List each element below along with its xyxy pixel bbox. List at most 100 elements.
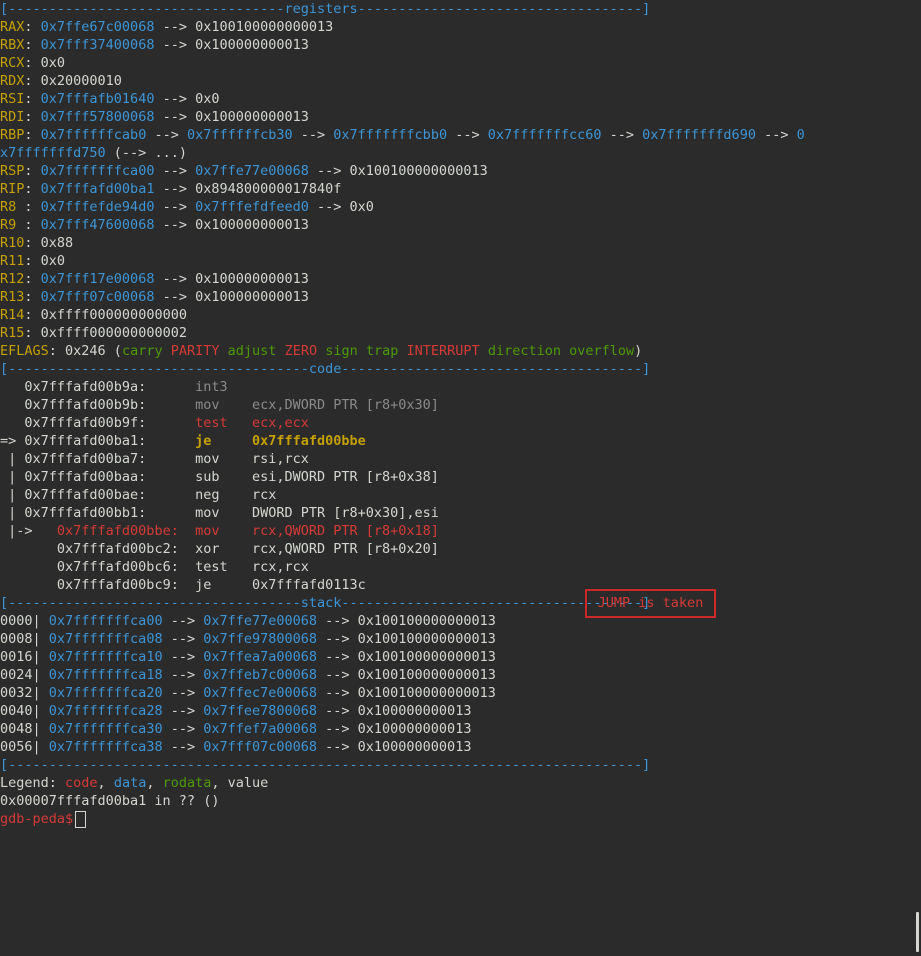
stack-offset: 0040 (0, 703, 33, 719)
stack-separator: [------------------------------------sta… (0, 594, 921, 612)
stack-value: 0x100100000000013 (357, 649, 496, 665)
stack-address: 0x7fffffffca28 (48, 703, 163, 719)
stack-pointer: 0x7fff07c00068 (203, 739, 318, 755)
stack-pointer: 0x7ffe77e00068 (203, 613, 318, 629)
stack-offset: 0016 (0, 649, 33, 665)
register-pointer: 0x7fffefdfeed0 (195, 199, 309, 215)
register-name: R14 (0, 307, 25, 323)
stack-offset: 0056 (0, 739, 33, 755)
arrow: --> (447, 127, 488, 143)
current-location: 0x00007fffafd00ba1 in ?? () (0, 793, 220, 809)
flag: PARITY (170, 343, 220, 359)
location-row: 0x00007fffafd00ba1 in ?? () (0, 792, 921, 810)
register-value: 0x0 (349, 199, 374, 215)
register-pointer: 0x7fff07c00068 (40, 289, 155, 305)
register-value: 0x0 (195, 91, 220, 107)
stack-row: 0056| 0x7fffffffca38 --> 0x7fff07c00068 … (0, 739, 472, 755)
separator: : (24, 37, 41, 53)
instruction-mnemonic: je (195, 433, 252, 449)
stack-row: 0008| 0x7fffffffca08 --> 0x7ffe97800068 … (0, 631, 496, 647)
stack-address: 0x7fffffffca08 (48, 631, 163, 647)
flag: adjust (227, 343, 277, 359)
register-row-rbp: RBP: 0x7ffffffcab0 --> 0x7ffffffcb30 -->… (0, 126, 921, 144)
arrow: --> (154, 163, 196, 179)
register-name: RCX (0, 55, 25, 71)
instruction-operands: rcx,QWORD PTR [r8+0x18] (252, 523, 439, 539)
instruction-address: 0x7fffafd00b9f: (24, 415, 147, 431)
registers-separator: [----------------------------------regis… (0, 0, 921, 18)
register-value: (--> ...) (105, 145, 187, 161)
arrow: --> (154, 199, 196, 215)
stack-value: 0x100000000013 (357, 703, 472, 719)
instruction-mnemonic: mov (195, 451, 252, 467)
instruction-mnemonic: sub (195, 469, 252, 485)
register-value: 0x100000000013 (195, 289, 309, 305)
register-row-rbp-wrap: x7fffffffd750 (--> ...) (0, 144, 921, 162)
register-name: R12 (0, 271, 25, 287)
stack-pointer: 0x7ffe97800068 (203, 631, 318, 647)
branch-marker (0, 559, 57, 575)
register-row: RAX: 0x7ffe67c00068 --> 0x10010000000001… (0, 18, 921, 36)
register-row: RDI: 0x7fff57800068 --> 0x100000000013 (0, 108, 921, 126)
code-line: | 0x7fffafd00baa: sub esi,DWORD PTR [r8+… (0, 468, 921, 486)
stack-pointer: 0x7ffea7a00068 (203, 649, 318, 665)
flag: direction (487, 343, 561, 359)
code-line: 0x7fffafd00b9f: test ecx,ecx (0, 414, 921, 432)
register-name: R11 (0, 253, 25, 269)
section-separator: [---------------------------------------… (0, 757, 651, 773)
register-name: RBX (0, 37, 25, 53)
register-value: 0x20000010 (40, 73, 122, 89)
instruction-operands: DWORD PTR [r8+0x30],esi (252, 505, 439, 521)
stack-address: 0x7fffffffca00 (48, 613, 163, 629)
code-line: 0x7fffafd00bc9: je 0x7fffafd0113c (0, 576, 921, 594)
code-line: | 0x7fffafd00bb1: mov DWORD PTR [r8+0x30… (0, 504, 921, 522)
arrow: --> (154, 91, 196, 107)
arrow: --> (308, 199, 350, 215)
branch-marker: | (0, 451, 25, 467)
register-pointer: 0x7ffe67c00068 (40, 19, 155, 35)
section-separator: [----------------------------------regis… (0, 1, 651, 17)
stack-offset: 0032 (0, 685, 33, 701)
prompt-row[interactable]: gdb-peda$ (0, 810, 921, 828)
end-separator: [---------------------------------------… (0, 756, 921, 774)
terminal-scrollbar[interactable] (916, 912, 919, 952)
separator: : (24, 91, 41, 107)
instruction-operands: ecx,DWORD PTR [r8+0x30] (252, 397, 439, 413)
separator: : (24, 55, 41, 71)
separator: , (97, 775, 114, 791)
instruction-address: 0x7fffafd00baa: (24, 469, 147, 485)
branch-marker: | (0, 487, 25, 503)
register-pointer: 0x7ffe77e00068 (195, 163, 309, 179)
separator: : (24, 235, 41, 251)
text-cursor[interactable] (75, 810, 87, 828)
stack-address: 0x7fffffffca10 (48, 649, 163, 665)
register-value: 0x100000000013 (195, 217, 309, 233)
separator: , (146, 775, 163, 791)
register-name: RSP (0, 163, 25, 179)
arrow: --> (755, 127, 797, 143)
terminal[interactable]: [----------------------------------regis… (0, 0, 921, 828)
register-pointer: 0x7fffffffcbb0 (333, 127, 448, 143)
register-name: RDI (0, 109, 25, 125)
instruction-operands: 0x7fffafd00bbe (252, 433, 366, 449)
instruction-mnemonic: int3 (195, 379, 228, 395)
branch-marker: => (0, 433, 25, 449)
separator: : (24, 127, 41, 143)
arrow: --> (154, 37, 196, 53)
branch-marker (0, 577, 57, 593)
stack-row: 0032| 0x7fffffffca20 --> 0x7ffec7e00068 … (0, 685, 496, 701)
flag: trap (365, 343, 399, 359)
register-name: R15 (0, 325, 25, 341)
stack-offset: 0024 (0, 667, 33, 683)
separator: : (24, 199, 41, 215)
register-name: EFLAGS (0, 343, 49, 359)
stack-offset: 0048 (0, 721, 33, 737)
stack-value: 0x100100000000013 (357, 613, 496, 629)
instruction-mnemonic: neg (195, 487, 252, 503)
instruction-mnemonic: mov (195, 505, 252, 521)
separator: : (24, 181, 41, 197)
register-pointer: 0x7fff47600068 (40, 217, 155, 233)
register-value: 0x100100000000013 (349, 163, 488, 179)
